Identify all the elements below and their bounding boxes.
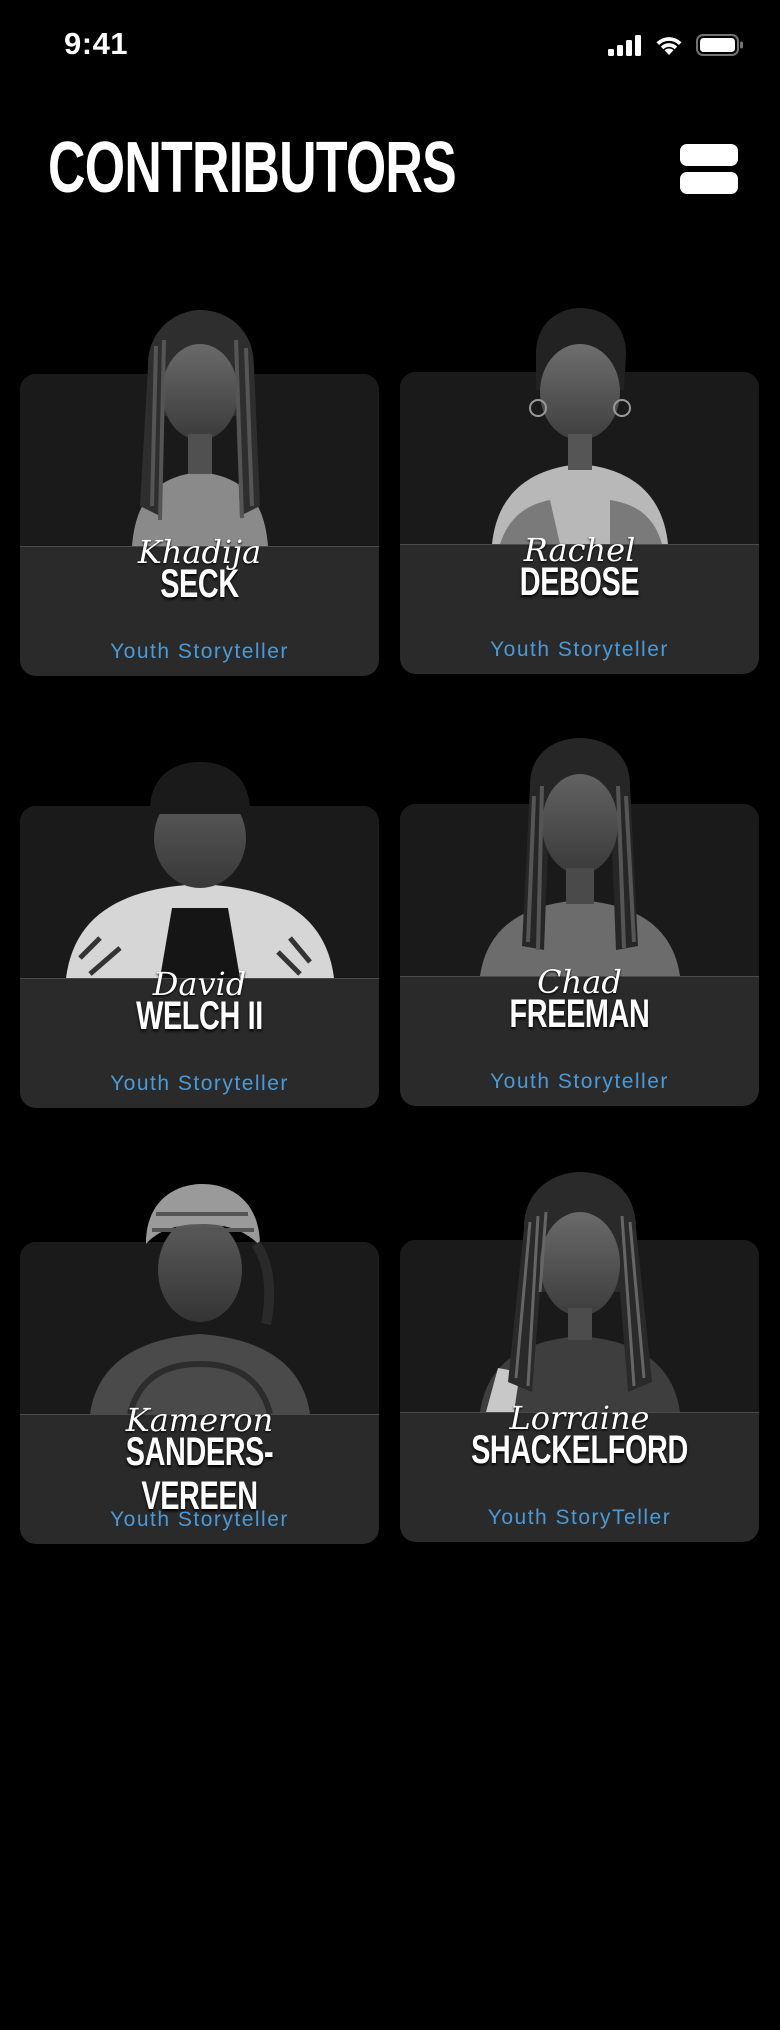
contributor-card[interactable]: Rachel DEBOSE Youth Storyteller: [400, 308, 759, 674]
contributor-portrait: [440, 736, 720, 976]
contributor-portrait: [440, 1172, 720, 1412]
role-label: Youth Storyteller: [110, 1508, 289, 1531]
last-name: WELCH II: [136, 994, 263, 1038]
last-name: DEBOSE: [519, 560, 640, 604]
contributor-portrait: [60, 1174, 340, 1414]
contributor-card[interactable]: David WELCH II Youth Storyteller: [20, 762, 379, 1108]
role-label: Youth Storyteller: [110, 1072, 289, 1095]
last-name: SECK: [160, 562, 239, 606]
role-label: Youth Storyteller: [490, 1070, 669, 1093]
last-name: SANDERS-VEREEN: [125, 1430, 274, 1518]
contributor-card[interactable]: Lorraine SHACKELFORD Youth StoryTeller: [400, 1172, 759, 1542]
last-name: SHACKELFORD: [471, 1428, 688, 1472]
contributor-portrait: [60, 738, 340, 978]
last-name: FREEMAN: [509, 992, 650, 1036]
role-label: Youth Storyteller: [490, 638, 669, 661]
contributor-portrait: [440, 304, 720, 544]
contributor-card[interactable]: Chad FREEMAN Youth Storyteller: [400, 738, 759, 1106]
contributor-card[interactable]: Kameron SANDERS-VEREEN Youth Storyteller: [20, 1184, 379, 1544]
role-label: Youth Storyteller: [110, 640, 289, 663]
role-label: Youth StoryTeller: [487, 1506, 672, 1529]
contributor-card[interactable]: Khadija SECK Youth Storyteller: [20, 310, 379, 676]
contributor-portrait: [60, 306, 340, 546]
contributor-grid: Khadija SECK Youth Storyteller Rachel DE…: [20, 0, 760, 1600]
